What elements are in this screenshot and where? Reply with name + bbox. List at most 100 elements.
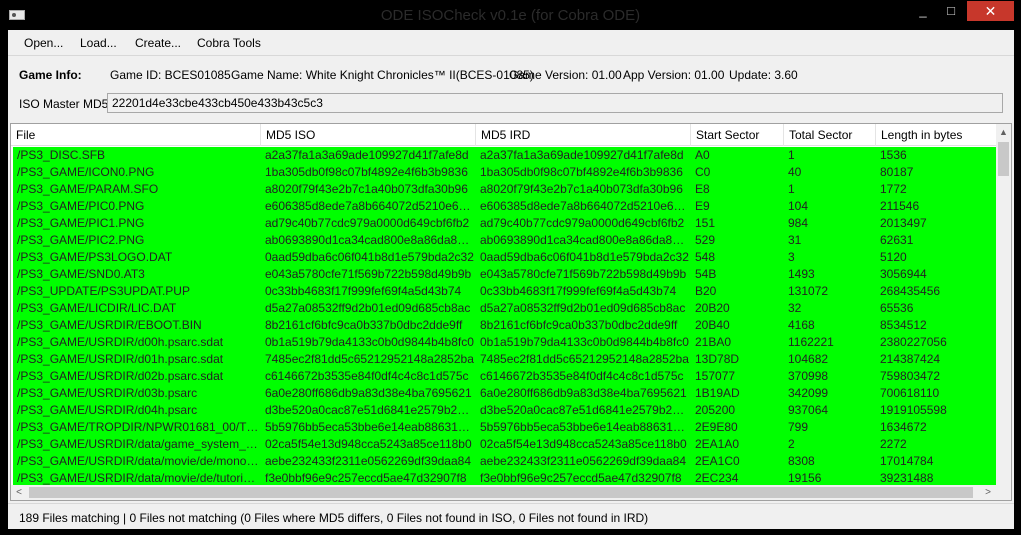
cell-file: /PS3_GAME/PIC2.PNG: [17, 233, 145, 247]
table-row[interactable]: /PS3_GAME/USRDIR/data/game_system_setti.…: [13, 436, 996, 453]
cell-md5-ird: 5b5976bb5eca53bbe6e14eab8863102a: [480, 420, 689, 434]
cell-length: 80187: [880, 165, 914, 179]
column-header-length[interactable]: Length in bytes: [876, 124, 996, 146]
close-button[interactable]: ✕: [967, 1, 1014, 21]
cell-length: 2380227056: [880, 335, 947, 349]
column-header-start-sector[interactable]: Start Sector: [691, 124, 784, 146]
status-bar: 189 Files matching | 0 Files not matchin…: [8, 503, 1014, 529]
file-table[interactable]: File MD5 ISO MD5 IRD Start Sector Total …: [10, 123, 1012, 501]
cell-md5-iso: 7485ec2f81dd5c65212952148a2852ba: [265, 352, 474, 366]
cell-md5-ird: a2a37fa1a3a69ade109927d41f7afe8d: [480, 148, 684, 162]
cell-start-sector: C0: [695, 165, 711, 179]
cell-length: 700618110: [880, 386, 940, 400]
table-row[interactable]: /PS3_GAME/PS3LOGO.DAT 0aad59dba6c06f041b8…: [13, 249, 996, 266]
table-row[interactable]: /PS3_GAME/USRDIR/d01h.psarc.sdat 7485ec2f…: [13, 351, 996, 368]
cell-length: 214387424: [880, 352, 941, 366]
cell-total-sector: 1493: [788, 267, 815, 281]
cell-md5-iso: a2a37fa1a3a69ade109927d41f7afe8d: [265, 148, 469, 162]
game-version: Game Version: 01.00: [509, 68, 622, 82]
table-row[interactable]: /PS3_GAME/PIC0.PNG e606385d8ede7a8b664072…: [13, 198, 996, 215]
cell-file: /PS3_GAME/USRDIR/data/movie/de/tutorial1…: [17, 471, 259, 485]
column-header-md5-ird[interactable]: MD5 IRD: [476, 124, 691, 146]
cell-file: /PS3_GAME/SND0.AT3: [17, 267, 145, 281]
cell-md5-ird: 1ba305db0f98c07bf4892e4f6b3b9836: [480, 165, 683, 179]
cell-md5-ird: aebe232433f2311e0562269df39daa84: [480, 454, 686, 468]
column-header-total-sector[interactable]: Total Sector: [784, 124, 876, 146]
table-row[interactable]: /PS3_GAME/USRDIR/EBOOT.BIN 8b2161cf6bfc9c…: [13, 317, 996, 334]
cell-md5-iso: aebe232433f2311e0562269df39daa84: [265, 454, 471, 468]
cell-length: 759803472: [880, 369, 941, 383]
table-row[interactable]: /PS3_GAME/USRDIR/d00h.psarc.sdat 0b1a519b…: [13, 334, 996, 351]
cell-md5-iso: 6a0e280ff686db9a83d38e4ba7695621: [265, 386, 472, 400]
table-row[interactable]: /PS3_GAME/USRDIR/d02b.psarc.sdat c6146672…: [13, 368, 996, 385]
cell-md5-ird: c6146672b3535e84f0df4c4c8c1d575c: [480, 369, 684, 383]
cell-file: /PS3_GAME/PIC1.PNG: [17, 216, 145, 230]
cell-total-sector: 104682: [788, 352, 829, 366]
table-row[interactable]: /PS3_DISC.SFB a2a37fa1a3a69ade109927d41f7…: [13, 147, 996, 164]
cell-file: /PS3_GAME/USRDIR/d04h.psarc: [17, 403, 198, 417]
cell-md5-iso: f3e0bbf96e9c257eccd5ae47d32907f8: [265, 471, 467, 485]
cell-total-sector: 342099: [788, 386, 829, 400]
table-row[interactable]: /PS3_GAME/SND0.AT3 e043a5780cfe71f569b722…: [13, 266, 996, 283]
menu-open[interactable]: Open...: [24, 36, 63, 50]
vertical-scroll-thumb[interactable]: [998, 142, 1009, 176]
cell-length: 5120: [880, 250, 907, 264]
table-row[interactable]: /PS3_GAME/USRDIR/d03b.psarc 6a0e280ff686d…: [13, 385, 996, 402]
cell-file: /PS3_GAME/PIC0.PNG: [17, 199, 145, 213]
table-row[interactable]: /PS3_GAME/USRDIR/data/movie/de/monolog..…: [13, 453, 996, 470]
cell-file: /PS3_GAME/USRDIR/EBOOT.BIN: [17, 318, 202, 332]
cell-md5-iso: 1ba305db0f98c07bf4892e4f6b3b9836: [265, 165, 468, 179]
horizontal-scroll-thumb[interactable]: [29, 487, 973, 498]
column-header-md5-iso[interactable]: MD5 ISO: [261, 124, 476, 146]
cell-file: /PS3_GAME/USRDIR/d01h.psarc.sdat: [17, 352, 224, 366]
iso-master-md5-field[interactable]: 22201d4e33cbe433cb450e433b43c5c3: [107, 93, 1003, 113]
cell-md5-ird: 6a0e280ff686db9a83d38e4ba7695621: [480, 386, 687, 400]
cell-file: /PS3_GAME/TROPDIR/NPWR01681_00/TR...: [17, 420, 259, 434]
status-text: 189 Files matching | 0 Files not matchin…: [19, 511, 649, 525]
cell-total-sector: 104: [788, 199, 809, 213]
cell-length: 1536: [880, 148, 907, 162]
cell-total-sector: 937064: [788, 403, 829, 417]
scroll-right-arrow-icon[interactable]: >: [980, 485, 996, 500]
cell-md5-iso: 02ca5f54e13d948cca5243a85ce118b0: [265, 437, 472, 451]
cell-total-sector: 131072: [788, 284, 829, 298]
scroll-up-arrow-icon[interactable]: ▲: [996, 124, 1011, 140]
table-row[interactable]: /PS3_GAME/USRDIR/data/movie/de/tutorial1…: [13, 470, 996, 485]
table-row[interactable]: /PS3_GAME/LICDIR/LIC.DAT d5a27a08532ff9d2…: [13, 300, 996, 317]
cell-length: 1634672: [880, 420, 927, 434]
cell-total-sector: 3: [788, 250, 795, 264]
cell-start-sector: 548: [695, 250, 716, 264]
table-row[interactable]: /PS3_GAME/PARAM.SFO a8020f79f43e2b7c1a40b…: [13, 181, 996, 198]
cell-start-sector: 2EC234: [695, 471, 739, 485]
cell-file: /PS3_GAME/USRDIR/data/movie/de/monolog..…: [17, 454, 259, 468]
cell-start-sector: 20B40: [695, 318, 730, 332]
maximize-button[interactable]: □: [938, 1, 964, 21]
cell-length: 268435456: [880, 284, 941, 298]
cell-file: /PS3_GAME/LICDIR/LIC.DAT: [17, 301, 177, 315]
cell-md5-ird: a8020f79f43e2b7c1a40b073dfa30b96: [480, 182, 683, 196]
menu-load[interactable]: Load...: [80, 36, 117, 50]
cell-total-sector: 799: [788, 420, 809, 434]
table-row[interactable]: /PS3_GAME/USRDIR/d04h.psarc d3be520a0cac8…: [13, 402, 996, 419]
horizontal-scrollbar[interactable]: < >: [11, 485, 996, 500]
table-row[interactable]: /PS3_GAME/TROPDIR/NPWR01681_00/TR... 5b59…: [13, 419, 996, 436]
menu-create[interactable]: Create...: [135, 36, 181, 50]
cell-total-sector: 32: [788, 301, 802, 315]
table-row[interactable]: /PS3_GAME/PIC1.PNG ad79c40b77cdc979a0000d…: [13, 215, 996, 232]
vertical-scrollbar[interactable]: ▲: [996, 124, 1011, 485]
table-row[interactable]: /PS3_UPDATE/PS3UPDAT.PUP 0c33bb4683f17f99…: [13, 283, 996, 300]
scroll-left-arrow-icon[interactable]: <: [11, 485, 27, 500]
update-version: Update: 3.60: [729, 68, 798, 82]
cell-length: 8534512: [880, 318, 927, 332]
column-header-file[interactable]: File: [11, 124, 261, 146]
cell-start-sector: 20B20: [695, 301, 730, 315]
cell-start-sector: 21BA0: [695, 335, 732, 349]
table-row[interactable]: /PS3_GAME/PIC2.PNG ab0693890d1ca34cad800e…: [13, 232, 996, 249]
cell-file: /PS3_GAME/USRDIR/d02b.psarc.sdat: [17, 369, 224, 383]
cell-length: 211546: [880, 199, 920, 213]
minimize-button[interactable]: _: [910, 1, 936, 21]
table-row[interactable]: /PS3_GAME/ICON0.PNG 1ba305db0f98c07bf4892…: [13, 164, 996, 181]
cell-length: 2272: [880, 437, 907, 451]
menu-cobra-tools[interactable]: Cobra Tools: [197, 36, 261, 50]
cell-total-sector: 984: [788, 216, 809, 230]
